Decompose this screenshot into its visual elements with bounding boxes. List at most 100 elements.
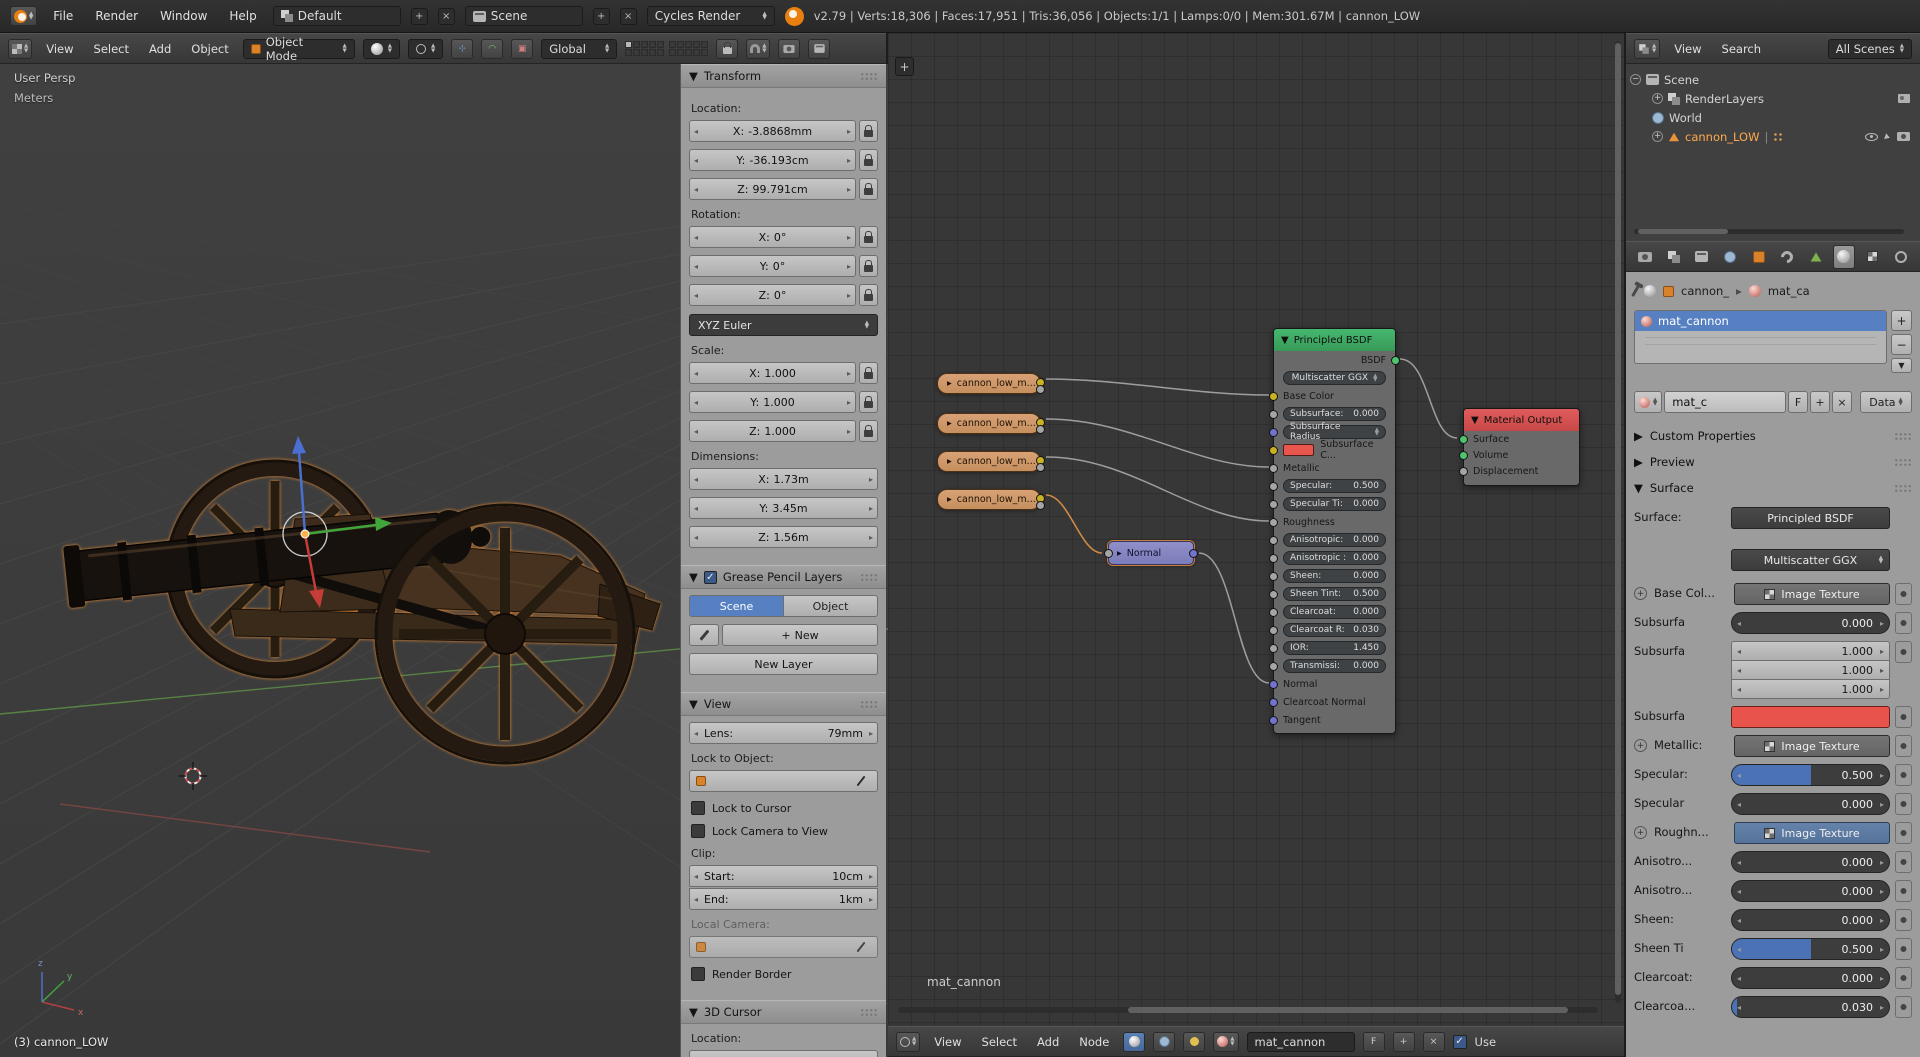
render-opengl-button[interactable] bbox=[778, 38, 801, 59]
node-menu-select[interactable]: Select bbox=[976, 1033, 1023, 1051]
viewport-3d[interactable]: ▲ ▼ View Select Add Object Object Mode ▲ ▼… bbox=[0, 33, 888, 1057]
tab-modifiers[interactable] bbox=[1776, 245, 1798, 269]
base-color-socket[interactable] bbox=[1269, 391, 1278, 401]
specular-slider[interactable]: ◂ 0.500 ▸ bbox=[1731, 764, 1890, 786]
texture-link-button[interactable] bbox=[1895, 793, 1912, 815]
fake-user-button[interactable]: F bbox=[1788, 391, 1808, 413]
node-menu-view[interactable]: View bbox=[928, 1033, 967, 1051]
fake-user-button[interactable]: F bbox=[1362, 1031, 1385, 1052]
clearcoat-roughness-row[interactable]: Clearcoat R: 0.030 bbox=[1269, 621, 1395, 639]
anisotropic-row[interactable]: Anisotropic: 0.000 bbox=[1269, 531, 1395, 549]
sheen-tint-row[interactable]: Sheen Tint: 0.500 bbox=[1269, 585, 1395, 603]
pin-icon[interactable] bbox=[1631, 285, 1640, 297]
clearcoat-normal-socket[interactable] bbox=[1269, 697, 1278, 707]
node-editor[interactable]: + ▸ cannon_low_m... ▸ cannon_low_m... ▸ … bbox=[888, 33, 1626, 1057]
texture-link-button[interactable] bbox=[1895, 967, 1912, 989]
render-engine-selector[interactable]: Cycles Render ▲ ▼ bbox=[646, 6, 775, 26]
texture-link-button[interactable] bbox=[1895, 641, 1912, 663]
surface-socket[interactable] bbox=[1459, 434, 1468, 444]
surface-shader-button[interactable]: Principled BSDF bbox=[1731, 507, 1890, 529]
material-name-field[interactable]: mat_c bbox=[1664, 391, 1786, 413]
location-z-field[interactable]: ◂ Z: 99.791cm ▸ bbox=[689, 178, 856, 200]
panel-grip-icon[interactable] bbox=[860, 1007, 878, 1017]
image-texture-node[interactable]: ▸ cannon_low_m... bbox=[937, 489, 1045, 510]
menu-file[interactable]: File bbox=[47, 7, 79, 25]
roughness-texture-button[interactable]: Image Texture bbox=[1734, 822, 1890, 844]
lock-button[interactable] bbox=[859, 178, 878, 200]
clearcoat-socket[interactable] bbox=[1269, 607, 1278, 617]
normal-socket[interactable] bbox=[1269, 679, 1278, 689]
anisotropic-rotation-socket[interactable] bbox=[1269, 553, 1278, 563]
panel-grip-icon[interactable] bbox=[860, 71, 878, 81]
radius-y-field[interactable]: ◂ 1.000 ▸ bbox=[1731, 660, 1890, 680]
add-layout-button[interactable]: + bbox=[410, 7, 428, 25]
panel-grip-icon[interactable] bbox=[860, 699, 878, 709]
mode-selector[interactable]: Object Mode ▲ ▼ bbox=[242, 35, 355, 63]
sheen-row[interactable]: Sheen: 0.000 bbox=[1269, 567, 1395, 585]
subsurface-row[interactable]: Subsurface: 0.000 bbox=[1269, 405, 1395, 423]
tab-object[interactable] bbox=[1748, 245, 1770, 269]
alpha-output-socket[interactable] bbox=[1036, 425, 1045, 434]
alpha-output-socket[interactable] bbox=[1036, 501, 1045, 510]
tab-object[interactable]: Object bbox=[784, 595, 878, 617]
layers-widget[interactable] bbox=[625, 41, 709, 56]
browse-material-button[interactable]: ▲ ▼ bbox=[1634, 391, 1663, 413]
texture-link-button[interactable] bbox=[1895, 612, 1912, 634]
grease-pencil-panel-header[interactable]: ▼ ✓ Grease Pencil Layers bbox=[681, 565, 886, 589]
slot-specials-button[interactable]: ▼ bbox=[1891, 358, 1912, 373]
node-menu-add[interactable]: Add bbox=[1031, 1033, 1065, 1051]
subsurface-radius-socket[interactable] bbox=[1269, 427, 1278, 437]
eyedropper-button[interactable] bbox=[851, 775, 871, 787]
outliner-menu-search[interactable]: Search bbox=[1716, 40, 1768, 58]
editor-type-button[interactable]: ▲ ▼ bbox=[8, 38, 33, 59]
render-opengl-anim-button[interactable] bbox=[808, 38, 831, 59]
gp-pencil-button[interactable] bbox=[689, 624, 719, 646]
breadcrumb-object[interactable]: cannon_ bbox=[1681, 284, 1729, 298]
menu-window[interactable]: Window bbox=[154, 7, 213, 25]
clearcoat-row[interactable]: Clearcoat: 0.000 bbox=[1269, 603, 1395, 621]
outliner[interactable]: ▲ ▼ View Search All Scenes ▲ ▼ − Scene + R… bbox=[1626, 33, 1920, 241]
shader-type-object-button[interactable] bbox=[1123, 1031, 1146, 1052]
dimension-x-field[interactable]: ◂ X: 1.73m ▸ bbox=[689, 468, 878, 490]
visibility-eye-icon[interactable] bbox=[1865, 132, 1878, 141]
tab-texture[interactable] bbox=[1861, 245, 1883, 269]
custom-properties-panel-header[interactable]: ▶ Custom Properties bbox=[1634, 425, 1912, 447]
editor-type-button[interactable]: ▲ ▼ bbox=[896, 1031, 921, 1052]
subsurface-color-row[interactable]: Subsurface C... bbox=[1269, 439, 1395, 461]
lock-button[interactable] bbox=[859, 255, 878, 277]
clip-start-field[interactable]: ◂ Start: 10cm ▸ bbox=[689, 865, 878, 887]
material-output-node[interactable]: ▼ Material Output Surface Volume Displac… bbox=[1459, 408, 1580, 486]
lock-to-cursor-checkbox[interactable] bbox=[691, 801, 705, 815]
texture-link-button[interactable] bbox=[1895, 583, 1912, 605]
color-swatch[interactable] bbox=[1283, 444, 1315, 456]
base-color-texture-button[interactable]: Image Texture bbox=[1734, 583, 1890, 605]
panel-grip-icon[interactable] bbox=[1894, 483, 1912, 493]
dimension-z-field[interactable]: ◂ Z: 1.56m ▸ bbox=[689, 526, 878, 548]
texture-link-button[interactable] bbox=[1895, 938, 1912, 960]
outliner-scope-selector[interactable]: All Scenes ▲ ▼ bbox=[1827, 38, 1912, 59]
vertical-scrollbar[interactable] bbox=[1615, 41, 1621, 1003]
texture-link-button[interactable] bbox=[1895, 880, 1912, 902]
texture-link-button[interactable] bbox=[1895, 735, 1912, 757]
tangent-socket[interactable] bbox=[1269, 715, 1278, 725]
expand-icon[interactable]: + bbox=[1652, 131, 1663, 142]
surface-panel-header[interactable]: ▼ Surface bbox=[1634, 477, 1912, 499]
texture-link-button[interactable] bbox=[1895, 764, 1912, 786]
material-name-field[interactable]: mat_cannon bbox=[1246, 1031, 1355, 1052]
location-y-field[interactable]: ◂ Y: -36.193cm ▸ bbox=[689, 149, 856, 171]
scale-y-field[interactable]: ◂ Y: 1.000 ▸ bbox=[689, 391, 856, 413]
anisotropic-socket[interactable] bbox=[1269, 535, 1278, 545]
specular-socket[interactable] bbox=[1269, 481, 1278, 491]
tab-scene[interactable] bbox=[1691, 245, 1713, 269]
close-layout-button[interactable]: × bbox=[437, 7, 455, 25]
pivot-selector[interactable]: ▲ ▼ bbox=[407, 38, 444, 59]
tab-material[interactable] bbox=[1832, 244, 1856, 269]
horizontal-scrollbar[interactable] bbox=[898, 1007, 1598, 1013]
sheen-socket[interactable] bbox=[1269, 571, 1278, 581]
lock-object-field[interactable] bbox=[689, 770, 878, 792]
selectable-cursor-icon[interactable] bbox=[1884, 132, 1891, 141]
displacement-socket[interactable] bbox=[1459, 466, 1468, 476]
rotation-y-field[interactable]: ◂ Y: 0° ▸ bbox=[689, 255, 856, 277]
scene-selector[interactable]: Scene bbox=[464, 6, 583, 26]
manipulator-translate-button[interactable]: ⊹ bbox=[451, 38, 474, 59]
